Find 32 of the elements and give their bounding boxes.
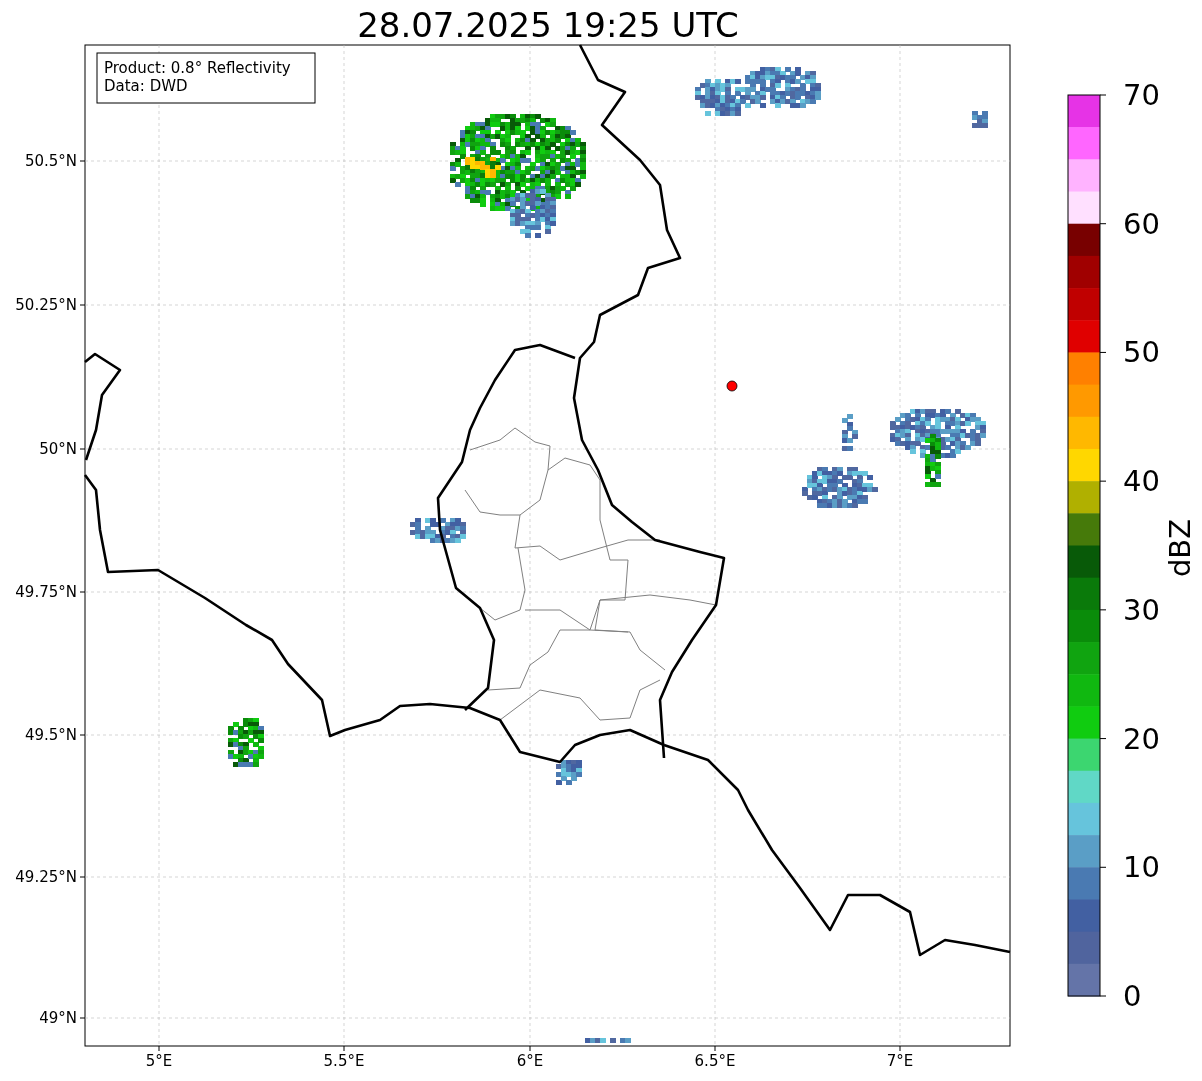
latitude-label: 50.25°N xyxy=(15,296,77,314)
latitude-label: 49.75°N xyxy=(15,583,77,601)
radar-site-marker xyxy=(726,380,738,392)
colorbar-tick-label: 70 xyxy=(1123,78,1160,112)
legend-text: Data: DWD xyxy=(104,77,188,95)
legend-text: Product: 0.8° Reflectivity xyxy=(104,59,291,77)
colorbar-tick-label: 0 xyxy=(1123,979,1142,1013)
latitude-label: 49.5°N xyxy=(24,726,77,744)
colorbar-tick-label: 50 xyxy=(1123,335,1160,370)
longitude-label: 6°E xyxy=(516,1052,544,1070)
radar-echo-drawing xyxy=(228,718,264,767)
figure-title: 28.07.2025 19:25 UTC xyxy=(357,5,739,45)
radar-echo-drawing xyxy=(556,760,582,785)
radar-echo-drawing xyxy=(842,414,858,451)
longitude-label: 5.5°E xyxy=(323,1052,365,1070)
longitude-label: 5°E xyxy=(145,1052,173,1070)
colorbar-tick-label: 40 xyxy=(1123,464,1160,499)
longitude-label: 6.5°E xyxy=(694,1052,736,1070)
colorbar-label: dBZ xyxy=(1163,518,1197,578)
latitude-label: 49°N xyxy=(39,1009,77,1027)
radar-echo-drawing xyxy=(585,1038,631,1043)
colorbar-tick-label: 60 xyxy=(1123,206,1160,241)
longitude-label: 7°E xyxy=(886,1052,914,1070)
latitude-label: 50.5°N xyxy=(24,152,77,170)
radar-echo-drawing xyxy=(695,79,751,116)
radar-echo-drawing xyxy=(410,518,466,543)
latitude-label: 50°N xyxy=(39,440,77,458)
latitude-label: 49.25°N xyxy=(15,868,77,886)
colorbar-tick-label: 10 xyxy=(1123,850,1160,885)
colorbar-tick-label: 20 xyxy=(1123,721,1160,756)
radar-echo-drawing xyxy=(972,111,988,128)
colorbar-tick-label: 30 xyxy=(1123,592,1160,627)
